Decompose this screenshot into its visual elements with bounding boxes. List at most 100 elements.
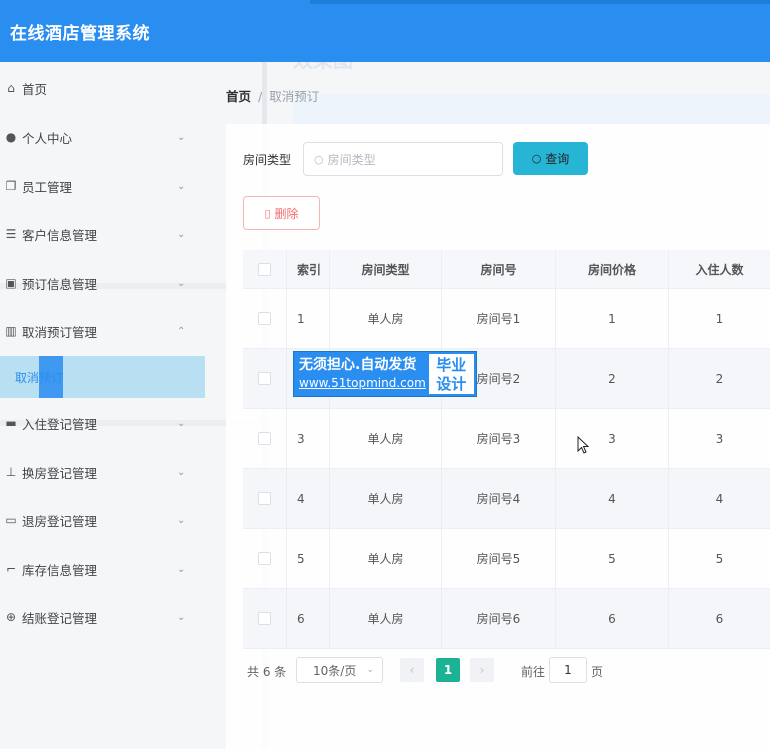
table-row[interactable]: 5 单人房 房间号5 5 5 xyxy=(243,529,770,589)
table-row[interactable]: 4 单人房 房间号4 4 4 xyxy=(243,469,770,529)
sidebar-item-bookings[interactable]: ▣ 预订信息管理 ⌄ xyxy=(0,268,205,298)
watermark-side-line-2: 设计 xyxy=(436,375,467,393)
page-number-current[interactable]: 1 xyxy=(436,658,460,682)
table-cell: 房间号6 xyxy=(442,589,556,648)
page-unit-label: 页 xyxy=(591,665,604,679)
watermark-text: 无须担心.自动发货 www.51topmind.com xyxy=(294,352,429,396)
sidebar-item-cancellations[interactable]: ▥ 取消预订管理 ⌃ xyxy=(0,316,205,346)
user-icon: ● xyxy=(5,130,17,144)
column-header: 房间号 xyxy=(442,250,556,288)
sidebar-item-billing[interactable]: ⊕ 结账登记管理 ⌄ xyxy=(0,602,205,632)
submenu-item-cancel-booking[interactable]: 取消预订 xyxy=(0,356,205,398)
list-icon: ☰ xyxy=(5,227,17,241)
table-row[interactable]: 1 单人房 房间号1 1 1 xyxy=(243,289,770,349)
column-header: 索引 xyxy=(287,250,330,288)
table-cell: 3 xyxy=(715,431,724,446)
table-row[interactable]: 3 单人房 房间号3 3 3 xyxy=(243,409,770,469)
chevron-down-icon: ⌄ xyxy=(366,665,374,675)
sidebar-item-inventory[interactable]: ⌐ 库存信息管理 ⌄ xyxy=(0,554,205,584)
table-cell: 单人房 xyxy=(330,409,442,468)
breadcrumb-separator: / xyxy=(258,89,263,104)
table-cell: 5 xyxy=(556,529,669,588)
stamp-icon: ⊥ xyxy=(5,465,17,479)
mouse-cursor-icon xyxy=(577,436,589,454)
table-cell: 房间号1 xyxy=(442,289,556,348)
delete-button-label: 删除 xyxy=(274,206,299,221)
row-checkbox-cell[interactable] xyxy=(243,469,287,528)
goto-label: 前往 xyxy=(521,665,546,679)
table-cell: 单人房 xyxy=(330,289,442,348)
room-type-search-input[interactable]: ○ 房间类型 xyxy=(303,142,503,176)
row-checkbox-cell[interactable] xyxy=(243,349,287,408)
sidebar-item-staff[interactable]: ❐ 员工管理 ⌄ xyxy=(0,171,205,201)
sidebar-item-home[interactable]: ⌂ 首页 xyxy=(0,73,205,103)
sidebar-item-checkin[interactable]: ▬ 入住登记管理 ⌄ xyxy=(0,408,205,438)
message-icon: ▭ xyxy=(5,513,17,527)
sidebar-item-label: 员工管理 xyxy=(22,179,73,195)
sidebar-item-room-change[interactable]: ⊥ 换房登记管理 ⌄ xyxy=(0,457,205,487)
table-cell: 4 xyxy=(556,469,669,528)
select-all-cell[interactable] xyxy=(243,250,287,288)
chevron-down-icon: ⌄ xyxy=(177,228,186,240)
main-content: 首页 / 取消预订 房间类型 ○ 房间类型 ○ 查询 ▯ 删除 索引 房间类型 房间… xyxy=(226,62,770,749)
home-icon: ⌂ xyxy=(7,81,15,95)
sidebar-item-label: 预订信息管理 xyxy=(22,276,98,292)
app-title: 在线酒店管理系统 xyxy=(10,24,150,44)
select-all-checkbox[interactable] xyxy=(258,262,271,276)
row-checkbox-cell[interactable] xyxy=(243,289,287,348)
watermark-banner: 无须担心.自动发货 www.51topmind.com 毕业 设计 xyxy=(293,351,477,397)
page-size-select[interactable]: 10条/页 ⌄ xyxy=(296,657,383,683)
query-button-label: 查询 xyxy=(545,152,570,166)
bar-chart-icon: ▥ xyxy=(5,324,17,338)
search-icon: ○ xyxy=(314,152,324,166)
goto-page-input[interactable]: 1 xyxy=(549,657,587,683)
column-header: 入住人数 xyxy=(695,262,744,277)
sidebar-item-label: 个人中心 xyxy=(22,130,73,146)
table-cell: 6 xyxy=(715,611,724,626)
table-cell: 单人房 xyxy=(330,469,442,528)
table-cell: 2 xyxy=(715,371,724,386)
query-button[interactable]: ○ 查询 xyxy=(513,142,588,175)
sidebar-item-label: 入住登记管理 xyxy=(22,416,98,432)
table-cell: 1 xyxy=(287,289,330,348)
row-checkbox[interactable] xyxy=(258,312,271,325)
row-checkbox-cell[interactable] xyxy=(243,529,287,588)
watermark-line-1: 无须担心.自动发货 xyxy=(299,357,417,373)
sidebar-item-checkout[interactable]: ▭ 退房登记管理 ⌄ xyxy=(0,505,205,535)
delete-button[interactable]: ▯ 删除 xyxy=(243,196,320,230)
table-cell: 1 xyxy=(556,289,669,348)
chevron-down-icon: ⌄ xyxy=(177,180,186,192)
table-cell: 单人房 xyxy=(330,589,442,648)
row-checkbox[interactable] xyxy=(258,372,271,385)
table-cell: 5 xyxy=(715,551,724,566)
chevron-down-icon: ⌄ xyxy=(177,514,186,526)
sidebar-item-label: 客户信息管理 xyxy=(22,227,98,243)
page-size-value: 10条/页 xyxy=(313,663,357,678)
row-checkbox[interactable] xyxy=(258,492,271,505)
sidebar-item-profile[interactable]: ● 个人中心 ⌄ xyxy=(0,122,205,152)
row-checkbox[interactable] xyxy=(258,612,271,625)
prev-page-button[interactable]: ‹ xyxy=(400,658,424,682)
column-header: 房间类型 xyxy=(330,250,442,288)
row-checkbox[interactable] xyxy=(258,432,271,445)
table-row[interactable]: 6 单人房 房间号6 6 6 xyxy=(243,589,770,649)
chevron-down-icon: ⌄ xyxy=(177,563,186,575)
column-header: 房间价格 xyxy=(556,250,669,288)
breadcrumb-home[interactable]: 首页 xyxy=(226,89,251,104)
sidebar-item-customers[interactable]: ☰ 客户信息管理 ⌄ xyxy=(0,219,205,249)
next-page-button[interactable]: › xyxy=(470,658,494,682)
header-strip xyxy=(310,0,770,4)
watermark-side: 毕业 设计 xyxy=(428,354,474,394)
table-cell: 5 xyxy=(287,529,330,588)
row-checkbox-cell[interactable] xyxy=(243,409,287,468)
table-cell: 单人房 xyxy=(330,529,442,588)
row-checkbox[interactable] xyxy=(258,552,271,565)
data-table: 索引 房间类型 房间号 房间价格 入住人数 1 单人房 房间号1 1 1 2 单… xyxy=(243,250,770,649)
table-cell: 4 xyxy=(715,491,724,506)
table-cell: 房间号5 xyxy=(442,529,556,588)
trash-icon: ▯ xyxy=(264,206,271,220)
sidebar-item-label: 结账登记管理 xyxy=(22,610,98,626)
row-checkbox-cell[interactable] xyxy=(243,589,287,648)
watermark-side-line-1: 毕业 xyxy=(436,356,467,374)
table-cell: 6 xyxy=(556,589,669,648)
